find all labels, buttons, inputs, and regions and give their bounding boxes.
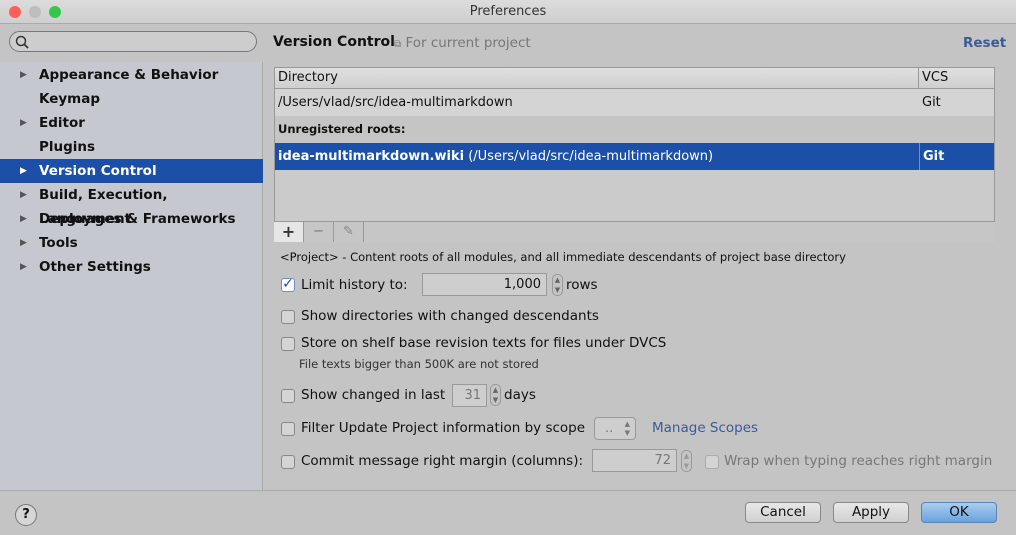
plus-icon: +: [281, 222, 296, 241]
project-note: <Project> - Content roots of all modules…: [280, 250, 846, 264]
sidebar-item-label: Editor: [39, 115, 85, 131]
wrap-label: Wrap when typing reaches right margin: [724, 453, 993, 469]
sidebar-item-other-settings[interactable]: ▶ Other Settings: [0, 255, 263, 279]
help-button[interactable]: ?: [15, 504, 37, 526]
sidebar-item-keymap[interactable]: Keymap: [0, 87, 263, 111]
group-header: Unregistered roots:: [275, 116, 994, 143]
sidebar-item-label: Appearance & Behavior: [39, 67, 219, 83]
commit-margin-checkbox[interactable]: [281, 455, 295, 469]
scope-select[interactable]: .. ▲ ▼: [594, 417, 636, 440]
commit-margin-stepper[interactable]: ▲ ▼: [681, 450, 692, 472]
scope-text: For current project: [405, 35, 531, 51]
store-shelf-checkbox[interactable]: [281, 337, 295, 351]
scope-label: ⧉ For current project: [394, 35, 531, 51]
expand-arrow-icon[interactable]: ▶: [20, 63, 27, 87]
show-dirs-label: Show directories with changed descendant…: [301, 308, 599, 324]
sidebar-item-build[interactable]: ▶ Build, Execution, Deployment: [0, 183, 263, 227]
commit-margin-label: Commit message right margin (columns):: [301, 453, 584, 469]
show-changed-input[interactable]: 31: [452, 384, 487, 407]
page-title: Version Control: [273, 34, 395, 50]
select-arrows-icon: ▲ ▼: [624, 420, 630, 437]
table-row[interactable]: /Users/vlad/src/idea-multimarkdown Git: [275, 89, 994, 116]
sidebar-item-languages[interactable]: ▶ Languages & Frameworks: [0, 207, 263, 231]
show-dirs-checkbox[interactable]: [281, 310, 295, 324]
sidebar-item-tools[interactable]: ▶ Tools: [0, 231, 263, 255]
show-changed-checkbox[interactable]: [281, 389, 295, 403]
days-label: days: [504, 387, 536, 403]
limit-history-label: Limit history to:: [301, 277, 408, 293]
limit-history-checkbox[interactable]: ✓: [281, 277, 295, 292]
search-input[interactable]: [9, 31, 257, 52]
manage-scopes-link[interactable]: Manage Scopes: [652, 420, 758, 436]
root-name: idea-multimarkdown.wiki: [278, 149, 465, 164]
table-toolbar: + − ✎: [274, 221, 995, 242]
minus-icon: −: [313, 224, 324, 239]
sidebar-item-label: Other Settings: [39, 259, 151, 275]
expand-arrow-icon[interactable]: ▶: [20, 231, 27, 255]
rows-label: rows: [566, 277, 598, 293]
reset-link[interactable]: Reset: [963, 35, 1006, 51]
store-shelf-label: Store on shelf base revision texts for f…: [301, 335, 667, 351]
vcs-cell: Git: [922, 95, 941, 110]
store-shelf-hint: File texts bigger than 500K are not stor…: [299, 357, 539, 371]
limit-history-input[interactable]: 1,000: [422, 273, 547, 296]
search-icon: [15, 35, 29, 49]
expand-arrow-icon[interactable]: ▶: [20, 159, 27, 183]
edit-button[interactable]: ✎: [334, 222, 364, 242]
expand-arrow-icon[interactable]: ▶: [20, 255, 27, 279]
table-row-selected[interactable]: idea-multimarkdown.wiki (/Users/vlad/src…: [275, 143, 994, 170]
column-header-directory[interactable]: Directory: [275, 68, 919, 89]
filter-update-checkbox[interactable]: [281, 422, 295, 436]
sidebar-item-editor[interactable]: ▶ Editor: [0, 111, 263, 135]
sidebar-item-appearance[interactable]: ▶ Appearance & Behavior: [0, 63, 263, 87]
expand-arrow-icon[interactable]: ▶: [20, 111, 27, 135]
vcs-cell: Git: [919, 143, 944, 170]
sidebar-item-label: Plugins: [39, 139, 96, 155]
sidebar-item-label: Version Control: [39, 163, 157, 179]
show-changed-stepper[interactable]: ▲ ▼: [490, 384, 501, 406]
root-path: (/Users/vlad/src/idea-multimarkdown): [468, 149, 714, 164]
column-header-vcs[interactable]: VCS: [919, 68, 994, 89]
sidebar-item-label: Keymap: [39, 91, 101, 107]
directory-cell: /Users/vlad/src/idea-multimarkdown: [278, 95, 513, 110]
show-changed-label: Show changed in last: [301, 387, 446, 403]
sidebar-item-label: Tools: [39, 235, 78, 251]
project-icon: ⧉: [394, 39, 402, 50]
remove-button[interactable]: −: [304, 222, 334, 242]
sidebar: ▶ Appearance & Behavior Keymap ▶ Editor Pl…: [0, 62, 263, 490]
window-title: Preferences: [469, 4, 547, 19]
limit-history-stepper[interactable]: ▲ ▼: [552, 274, 563, 296]
vcs-roots-table: Directory VCS /Users/vlad/src/idea-multi…: [274, 67, 995, 242]
cancel-button[interactable]: Cancel: [745, 502, 821, 523]
pencil-icon: ✎: [343, 224, 354, 239]
filter-update-label: Filter Update Project information by sco…: [301, 420, 586, 436]
footer-divider: [0, 490, 1016, 491]
sidebar-item-plugins[interactable]: Plugins: [0, 135, 263, 159]
add-button[interactable]: +: [274, 222, 304, 242]
ok-button[interactable]: OK: [921, 502, 997, 523]
group-label: Unregistered roots:: [278, 122, 406, 136]
commit-margin-input[interactable]: 72: [592, 449, 677, 472]
scope-select-value: ..: [605, 421, 614, 436]
sidebar-item-label: Languages & Frameworks: [39, 211, 236, 227]
expand-arrow-icon[interactable]: ▶: [20, 207, 27, 231]
title-bar: Preferences: [0, 0, 1016, 24]
wrap-checkbox[interactable]: [705, 455, 719, 469]
expand-arrow-icon[interactable]: ▶: [20, 183, 27, 207]
apply-button[interactable]: Apply: [833, 502, 909, 523]
sidebar-item-version-control[interactable]: ▶ Version Control: [0, 159, 263, 183]
